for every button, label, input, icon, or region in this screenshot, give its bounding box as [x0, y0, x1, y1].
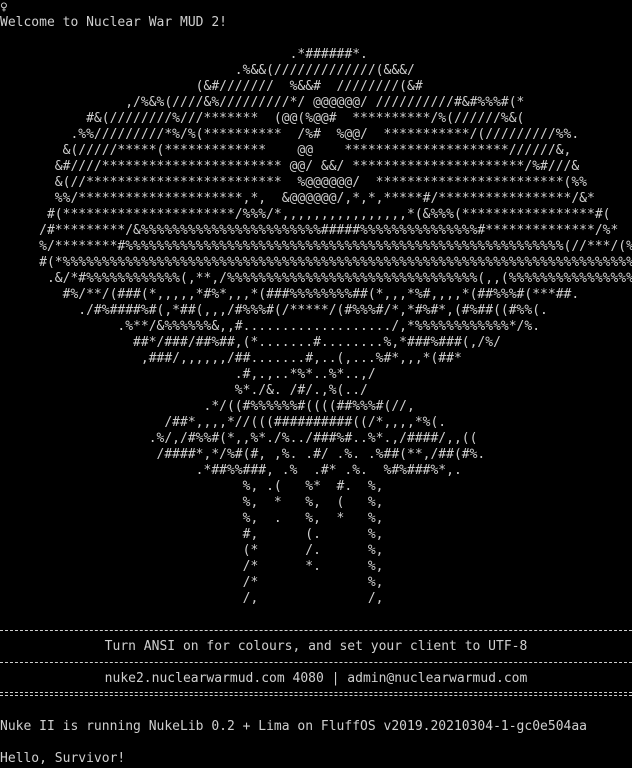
- ascii-art-line: %%/*********************,*, &@@@@@@/,*,*…: [0, 191, 595, 206]
- ascii-art-line: &(/////*****(************* @@ **********…: [0, 143, 572, 158]
- ascii-art-line: .%%/////////*%/%(********** /%# %@@/ ***…: [0, 127, 580, 142]
- divider-double: [0, 692, 632, 696]
- ascii-art-line: .%/,/#%%#(*,,%*./%../###%#..%*.,/####/,,…: [0, 431, 478, 446]
- ascii-art-line: /####*,*/%#(#, ,%. .#/ .%. .%##(**,/##(#…: [0, 447, 486, 462]
- ascii-art-line: %, .( %* #. %,: [0, 479, 384, 494]
- ascii-art-line: /* %,: [0, 575, 384, 590]
- ascii-art-line: #(*%%%%%%%%%%%%%%%%%%%%%%%%%%%%%%%%%%%%%…: [0, 255, 632, 270]
- ascii-art-line: /, /,: [0, 591, 384, 606]
- ascii-art-line: /##*,,,,*//(((##########((/*,,,,*%(.: [0, 415, 447, 430]
- driver-info: Nuke II is running NukeLib 0.2 + Lima on…: [0, 719, 587, 734]
- ascii-art-line: #&(////////%///******* (@@(%@@# ********…: [0, 111, 525, 126]
- ascii-art-line: .%**/&%%%%%%&,,#.................../,*%%…: [0, 319, 541, 334]
- ascii-art-line: .*/((#%%%%%%#((((##%%%#(//,: [0, 399, 415, 414]
- ascii-art-line: .&/*#%%%%%%%%%%%%(,**,/%%%%%%%%%%%%%%%%%…: [0, 271, 632, 286]
- ascii-art-line: #(**********************/%%%/*,,,,,,,,,,…: [0, 207, 611, 222]
- ascii-art-line: #, (. %,: [0, 527, 384, 542]
- cursor-glyph: ♀: [0, 0, 8, 15]
- ansi-notice: Turn ANSI on for colours, and set your c…: [104, 639, 528, 654]
- divider-middle: [0, 662, 632, 663]
- ascii-art-line: ,/%&%(////&%/////////*/ @@@@@@/ ////////…: [0, 95, 525, 110]
- terminal-window[interactable]: ♀ Welcome to Nuclear War MUD 2! .*######…: [0, 0, 632, 768]
- ascii-art-line: .%&&(/////////////(&&&/: [0, 63, 415, 78]
- ascii-art-line: &(//************************* %@@@@@@/ *…: [0, 175, 587, 190]
- ascii-art-line: .*##%%###, .% .#* .%. %#%###%*,.: [0, 463, 462, 478]
- divider-top: [0, 630, 632, 631]
- ascii-art-line: .*######*.: [0, 47, 368, 62]
- ascii-art-line: %, * %, ( %,: [0, 495, 384, 510]
- welcome-text: Welcome to Nuclear War MUD 2!: [0, 15, 227, 30]
- ascii-art-line: %*./&. /#/.,%(../: [0, 383, 368, 398]
- ascii-art-line: &#////*********************** @@/ &&/ **…: [0, 159, 580, 174]
- greeting-text: Hello, Survivor!: [0, 751, 126, 766]
- ascii-art-line: (* /. %,: [0, 543, 384, 558]
- ascii-art-line: /#*********/&%%%%%%%%%%%%%%%%%%%%%%%####…: [0, 223, 619, 238]
- ascii-art-line: ##*/###/##%##,(*.......#........%,*###%#…: [0, 335, 501, 350]
- contact-line: nuke2.nuclearwarmud.com 4080 | admin@nuc…: [104, 671, 528, 686]
- ascii-art-line: .#,.,..*%*..%*..,/: [0, 367, 376, 382]
- ascii-art-line: ./#%####%#(,*##(,,,/#%%%#(/*****/(#%%%#/…: [0, 303, 548, 318]
- ascii-art-line: (&#/////// %&&# ////////(&#: [0, 79, 423, 94]
- ascii-art-line: #%/**/(###(*,,,,,*#%*,,,*(###%%%%%%%%##(…: [0, 287, 580, 302]
- ascii-art-line: %, . %, * %,: [0, 511, 384, 526]
- ascii-art-line: ,###/,,,,,,/##.......#,..(,...%#*,,,*(##…: [0, 351, 462, 366]
- ascii-art-line: %/********#%%%%%%%%%%%%%%%%%%%%%%%%%%%%%…: [0, 239, 632, 254]
- ascii-art-line: /* *. %,: [0, 559, 384, 574]
